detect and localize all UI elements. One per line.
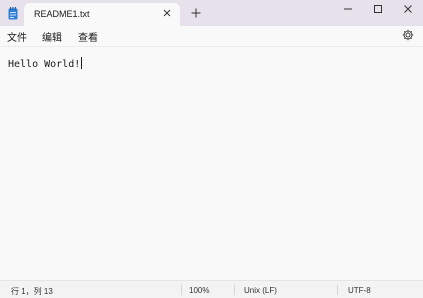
status-divider (337, 285, 338, 295)
close-icon (404, 5, 412, 13)
close-icon[interactable] (162, 8, 172, 18)
status-divider (234, 285, 235, 295)
maximize-button[interactable] (363, 0, 393, 18)
notepad-window: README1.txt 文件 编辑 查看 Hello World! 行 1，列 … (0, 0, 423, 298)
title-bar: README1.txt (0, 0, 423, 26)
status-bar: 行 1，列 13 100% Unix (LF) UTF-8 (0, 280, 423, 298)
text-editor[interactable]: Hello World! (0, 46, 423, 280)
plus-icon[interactable] (190, 7, 202, 19)
menu-bar: 文件 编辑 查看 (0, 26, 423, 46)
menu-edit[interactable]: 编辑 (42, 29, 62, 44)
menu-view[interactable]: 查看 (78, 29, 98, 44)
notepad-app-icon (8, 7, 18, 20)
cursor-position: 行 1，列 13 (11, 287, 53, 296)
line-ending[interactable]: Unix (LF) (244, 286, 277, 295)
editor-text: Hello World! (8, 59, 81, 70)
editor-content-line: Hello World! (8, 57, 83, 70)
maximize-icon (374, 5, 382, 13)
minimize-icon (344, 8, 352, 10)
status-divider (181, 285, 182, 295)
tab-readme[interactable]: README1.txt (24, 3, 180, 26)
zoom-level[interactable]: 100% (189, 286, 209, 295)
close-window-button[interactable] (393, 0, 423, 18)
tab-title: README1.txt (34, 9, 90, 19)
minimize-button[interactable] (333, 0, 363, 18)
gear-icon[interactable] (402, 29, 414, 41)
menu-file[interactable]: 文件 (7, 29, 27, 44)
encoding[interactable]: UTF-8 (348, 286, 371, 295)
text-caret (81, 57, 83, 69)
